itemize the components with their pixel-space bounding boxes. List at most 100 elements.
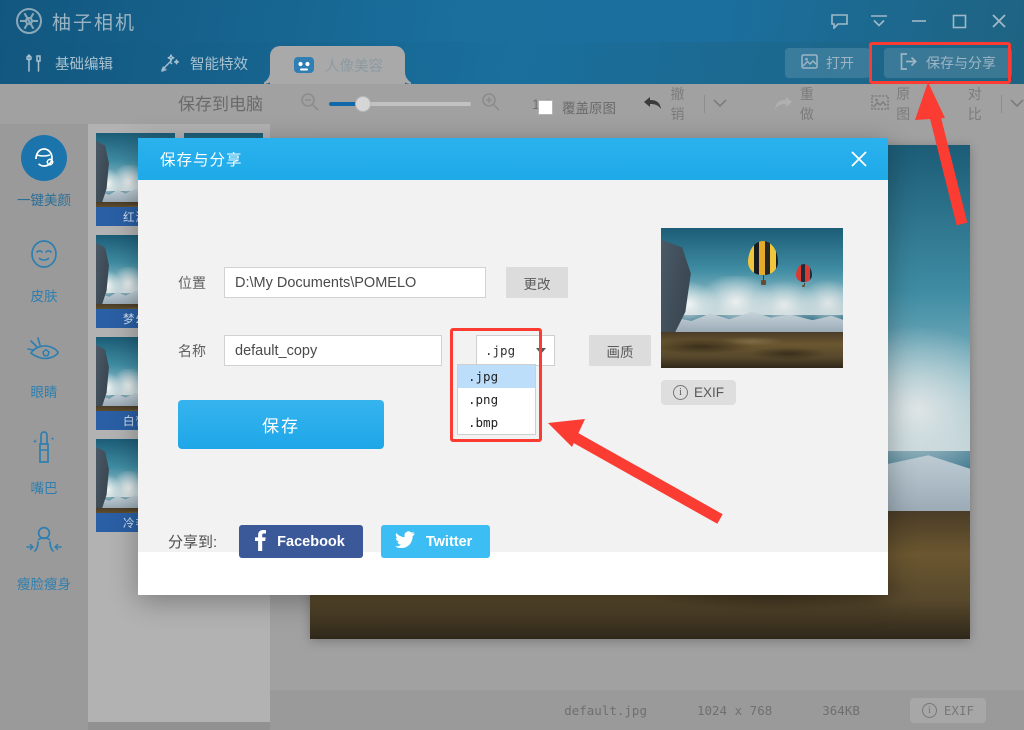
tab-label: 基础编辑: [55, 53, 113, 74]
tab-label: 智能特效: [190, 53, 248, 74]
open-button[interactable]: 打开: [785, 48, 870, 78]
tab-smart-effects[interactable]: 智能特效: [135, 42, 270, 84]
name-row: 名称 default_copy .jpg 画质: [178, 335, 651, 366]
open-button-label: 打开: [826, 53, 854, 73]
location-input[interactable]: D:\My Documents\POMELO: [224, 267, 486, 298]
undo-icon: [643, 95, 663, 114]
undo-history-dropdown[interactable]: [713, 95, 727, 113]
facebook-icon: [253, 529, 266, 555]
save-share-button-label: 保存与分享: [926, 53, 996, 73]
undo-label: 撤销: [670, 84, 695, 124]
sidebar-item-slim-body[interactable]: 瘦脸瘦身: [0, 508, 88, 604]
app-title: 柚子相机: [52, 8, 136, 35]
tab-label: 人像美容: [325, 55, 383, 76]
dialog-title: 保存与分享: [160, 148, 844, 170]
eye-icon: [21, 327, 67, 373]
sidebar-item-one-click-beauty[interactable]: 一键美颜: [0, 124, 88, 220]
save-share-button[interactable]: 保存与分享: [884, 48, 1012, 78]
overwrite-original-checkbox-row[interactable]: 覆盖原图: [538, 97, 616, 117]
format-option-jpg[interactable]: .jpg: [458, 365, 535, 388]
original-button[interactable]: 原图: [871, 84, 922, 124]
shutter-icon: [16, 8, 42, 34]
quality-button[interactable]: 画质: [589, 335, 651, 366]
twitter-icon: [395, 531, 415, 552]
sidebar-item-label: 皮肤: [31, 285, 58, 305]
preview-exif-button[interactable]: i EXIF: [661, 380, 736, 405]
redo-label: 重做: [800, 84, 825, 124]
status-exif-button[interactable]: i EXIF: [910, 698, 986, 723]
chevron-down-icon: [536, 348, 546, 354]
format-option-png[interactable]: .png: [458, 388, 535, 411]
info-icon: i: [922, 703, 937, 718]
sidebar-item-skin[interactable]: 皮肤: [0, 220, 88, 316]
name-label: 名称: [178, 341, 212, 361]
format-dropdown-list: .jpg .png .bmp: [457, 364, 536, 435]
preview-exif-label: EXIF: [694, 385, 724, 400]
compare-button[interactable]: 对比: [968, 84, 993, 124]
status-filesize: 364KB: [822, 703, 860, 718]
share-facebook-label: Facebook: [277, 534, 345, 550]
divider: [704, 95, 705, 113]
original-label: 原图: [896, 84, 922, 124]
minimize-icon[interactable]: [900, 5, 938, 37]
title-bar: 柚子相机: [0, 0, 1024, 42]
sidebar: 一键美颜 皮肤 眼睛 嘴巴 瘦脸瘦身: [0, 124, 88, 730]
change-location-button[interactable]: 更改: [506, 267, 568, 298]
zoom-in-icon[interactable]: [481, 92, 500, 116]
skin-face-icon: [21, 231, 67, 277]
lipstick-icon: [21, 423, 67, 469]
overwrite-label: 覆盖原图: [562, 97, 616, 117]
close-icon[interactable]: [844, 144, 874, 174]
redo-button[interactable]: 重做: [773, 84, 825, 124]
zoom-slider[interactable]: [329, 102, 471, 106]
undo-button[interactable]: 撤销: [643, 84, 695, 124]
close-icon[interactable]: [980, 5, 1018, 37]
sidebar-item-mouth[interactable]: 嘴巴: [0, 412, 88, 508]
dialog-header: 保存与分享: [138, 138, 888, 180]
share-facebook-button[interactable]: Facebook: [239, 525, 363, 558]
redo-icon: [773, 95, 793, 114]
location-row: 位置 D:\My Documents\POMELO 更改: [178, 267, 568, 298]
status-bar: default.jpg 1024 x 768 364KB i EXIF: [270, 690, 1024, 730]
maximize-icon[interactable]: [940, 5, 978, 37]
menu-icon[interactable]: [860, 5, 898, 37]
zoom-control: 1:1: [300, 92, 551, 116]
slim-body-icon: [21, 519, 67, 565]
filename-input[interactable]: default_copy: [224, 335, 442, 366]
one-click-beauty-icon: [21, 135, 67, 181]
format-option-bmp[interactable]: .bmp: [458, 411, 535, 434]
share-section: 分享到: Facebook Twitter: [168, 525, 490, 558]
image-icon: [801, 53, 818, 73]
toolbar: 1:1 撤销 重做: [0, 84, 1024, 124]
tools-icon: [22, 51, 46, 75]
format-select[interactable]: .jpg: [476, 335, 555, 366]
zoom-out-icon[interactable]: [300, 92, 319, 116]
save-button[interactable]: 保存: [178, 400, 384, 449]
feedback-icon[interactable]: [820, 5, 858, 37]
section-title-save-to-pc: 保存到电脑: [178, 90, 263, 115]
top-action-buttons: 打开 保存与分享: [785, 48, 1012, 78]
dialog-footer: [138, 552, 888, 595]
image-preview: [661, 228, 843, 368]
compare-dropdown[interactable]: [1010, 95, 1024, 113]
magic-wand-icon: [157, 51, 181, 75]
preview-scene: [661, 228, 843, 368]
status-dimensions: 1024 x 768: [697, 703, 772, 718]
export-icon: [900, 53, 918, 73]
zoom-slider-knob[interactable]: [355, 96, 371, 112]
sidebar-item-eyes[interactable]: 眼睛: [0, 316, 88, 412]
share-twitter-label: Twitter: [426, 534, 472, 550]
divider: [1001, 95, 1002, 113]
overwrite-checkbox[interactable]: [538, 100, 553, 115]
sidebar-item-label: 眼睛: [31, 381, 58, 401]
share-label: 分享到:: [168, 531, 217, 552]
window-controls: [820, 0, 1018, 42]
image-icon: [871, 94, 889, 114]
share-twitter-button[interactable]: Twitter: [381, 525, 490, 558]
sidebar-item-label: 瘦脸瘦身: [17, 573, 71, 593]
compare-label: 对比: [968, 84, 993, 124]
tab-portrait-beauty[interactable]: 人像美容: [270, 46, 405, 84]
format-select-value: .jpg: [485, 343, 515, 358]
tab-basic-edit[interactable]: 基础编辑: [0, 42, 135, 84]
sidebar-item-label: 嘴巴: [31, 477, 58, 497]
